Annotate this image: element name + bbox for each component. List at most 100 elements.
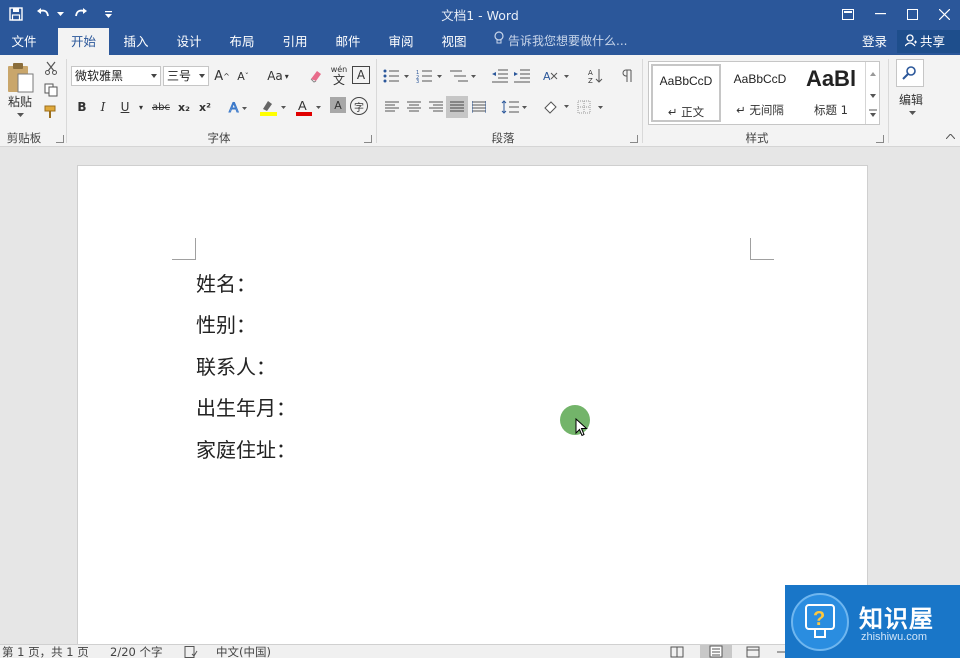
tab-file[interactable]: 文件 xyxy=(0,28,48,55)
tell-me-text: 告诉我您想要做什么... xyxy=(508,34,628,48)
text-effects-icon[interactable]: A xyxy=(226,97,250,117)
watermark-logo: ? 知识屋 zhishiwu.com xyxy=(785,585,960,658)
character-shading-icon[interactable]: A xyxy=(330,97,346,113)
text-line[interactable]: 联系人： xyxy=(196,355,276,379)
align-left-icon[interactable] xyxy=(383,97,401,117)
superscript-button[interactable]: x² xyxy=(196,97,214,117)
clear-formatting-icon[interactable] xyxy=(306,66,326,86)
text-line[interactable]: 姓名： xyxy=(196,272,256,296)
read-mode-icon[interactable] xyxy=(670,646,684,658)
editing-dropdown-icon[interactable] xyxy=(906,109,918,117)
font-color-icon[interactable]: A xyxy=(294,97,324,117)
paste-dropdown-icon[interactable] xyxy=(14,111,26,119)
svg-text:A: A xyxy=(543,70,551,83)
shading-icon[interactable] xyxy=(542,97,572,117)
borders-icon[interactable] xyxy=(576,97,606,117)
page-count[interactable]: 第 1 页，共 1 页 xyxy=(2,646,89,658)
document-page[interactable]: 姓名： 性别： 联系人： 出生年月： 家庭住址： xyxy=(77,165,868,658)
proofing-icon[interactable] xyxy=(184,646,198,658)
minimize-icon[interactable] xyxy=(864,0,896,28)
tab-mailings[interactable]: 邮件 xyxy=(324,28,372,55)
watermark-title: 知识屋 xyxy=(859,605,934,633)
language-indicator[interactable]: 中文(中国) xyxy=(216,646,271,658)
format-painter-icon[interactable] xyxy=(42,103,60,121)
svg-text:A: A xyxy=(298,98,307,113)
tell-me-box[interactable]: 告诉我您想要做什么... xyxy=(494,28,627,55)
tab-view[interactable]: 视图 xyxy=(430,28,478,55)
font-group-label: 字体 xyxy=(207,131,231,145)
word-count[interactable]: 2/20 个字 xyxy=(110,646,162,658)
show-marks-icon[interactable] xyxy=(618,66,636,86)
highlight-color-icon[interactable] xyxy=(258,97,288,117)
tab-references[interactable]: 引用 xyxy=(271,28,319,55)
style-normal-label: ↵ 正文 xyxy=(667,105,705,119)
ribbon-display-options-icon[interactable] xyxy=(832,0,864,28)
bold-button[interactable]: B xyxy=(74,97,90,117)
paste-icon[interactable] xyxy=(4,61,36,95)
text-line[interactable]: 出生年月： xyxy=(196,396,296,420)
paragraph-launcher-icon[interactable] xyxy=(630,135,638,143)
character-border-icon[interactable]: A xyxy=(352,66,370,84)
grow-font-icon[interactable]: A ^ xyxy=(213,66,231,86)
collapse-ribbon-icon[interactable] xyxy=(944,131,956,141)
multilevel-list-icon[interactable] xyxy=(449,66,479,86)
tab-layout[interactable]: 布局 xyxy=(218,28,266,55)
crop-mark-left xyxy=(172,238,196,260)
line-spacing-icon[interactable] xyxy=(500,97,530,117)
styles-gallery-scroll[interactable] xyxy=(865,62,879,124)
svg-text:Z: Z xyxy=(588,77,593,84)
sort-icon[interactable]: AZ xyxy=(586,66,606,86)
strikethrough-button[interactable]: abc xyxy=(150,97,172,117)
style-normal[interactable]: AaBbCcD ↵ 正文 xyxy=(651,64,721,122)
font-size-combo[interactable]: 三号 xyxy=(163,66,209,86)
decrease-indent-icon[interactable] xyxy=(490,66,510,86)
maximize-icon[interactable] xyxy=(896,0,928,28)
italic-button[interactable]: I xyxy=(95,97,111,117)
copy-icon[interactable] xyxy=(42,81,60,99)
watermark-url: zhishiwu.com xyxy=(861,631,928,643)
underline-button[interactable]: U xyxy=(117,97,133,117)
print-layout-icon[interactable] xyxy=(700,645,732,658)
ribbon: 粘贴 剪贴板 微软雅黑 三号 A ^ Aˇ Aa ▾ wén 文 A B I U ▾ … xyxy=(0,55,960,147)
text-line[interactable]: 家庭住址： xyxy=(196,438,296,462)
clipboard-launcher-icon[interactable] xyxy=(56,135,64,143)
find-icon[interactable] xyxy=(896,59,924,87)
change-case-button[interactable]: Aa ▾ xyxy=(262,66,294,86)
align-center-icon[interactable] xyxy=(405,97,423,117)
font-launcher-icon[interactable] xyxy=(364,135,372,143)
svg-text:?: ? xyxy=(813,608,825,630)
editing-label[interactable]: 编辑 xyxy=(894,91,928,107)
login-link[interactable]: 登录 xyxy=(862,28,887,55)
paste-label[interactable]: 粘贴 xyxy=(4,93,36,109)
chevron-down-icon xyxy=(199,74,205,78)
text-line[interactable]: 性别： xyxy=(196,313,256,337)
close-icon[interactable] xyxy=(928,0,960,28)
paragraph-group-label: 段落 xyxy=(491,131,515,145)
phonetic-guide-icon[interactable]: wén 文 xyxy=(328,63,350,87)
bullets-icon[interactable] xyxy=(382,66,412,86)
justify-icon[interactable] xyxy=(446,96,468,118)
share-label: 共享 xyxy=(920,34,946,49)
chinese-layout-icon[interactable]: A xyxy=(542,66,572,86)
font-name-combo[interactable]: 微软雅黑 xyxy=(71,66,161,86)
tab-design[interactable]: 设计 xyxy=(165,28,213,55)
styles-launcher-icon[interactable] xyxy=(876,135,884,143)
share-button[interactable]: 共享 xyxy=(897,30,960,53)
web-layout-icon[interactable] xyxy=(746,646,760,658)
tab-review[interactable]: 审阅 xyxy=(377,28,425,55)
subscript-button[interactable]: x₂ xyxy=(175,97,193,117)
tab-home[interactable]: 开始 xyxy=(58,28,109,55)
cut-icon[interactable] xyxy=(42,59,60,77)
increase-indent-icon[interactable] xyxy=(512,66,532,86)
style-no-spacing[interactable]: AaBbCcD ↵ 无间隔 xyxy=(725,64,795,122)
tab-insert[interactable]: 插入 xyxy=(112,28,160,55)
numbering-icon[interactable]: 123 xyxy=(415,66,445,86)
underline-dropdown-icon[interactable]: ▾ xyxy=(136,97,146,117)
distributed-icon[interactable] xyxy=(470,97,488,117)
ribbon-tabs: 文件 开始 插入 设计 布局 引用 邮件 审阅 视图 告诉我您想要做什么... … xyxy=(0,28,960,55)
align-right-icon[interactable] xyxy=(427,97,445,117)
style-normal-preview: AaBbCcD xyxy=(659,74,713,88)
shrink-font-icon[interactable]: Aˇ xyxy=(234,66,252,86)
style-heading-1[interactable]: AaBl 标题 1 xyxy=(799,64,863,122)
enclose-characters-icon[interactable]: 字 xyxy=(350,97,368,115)
